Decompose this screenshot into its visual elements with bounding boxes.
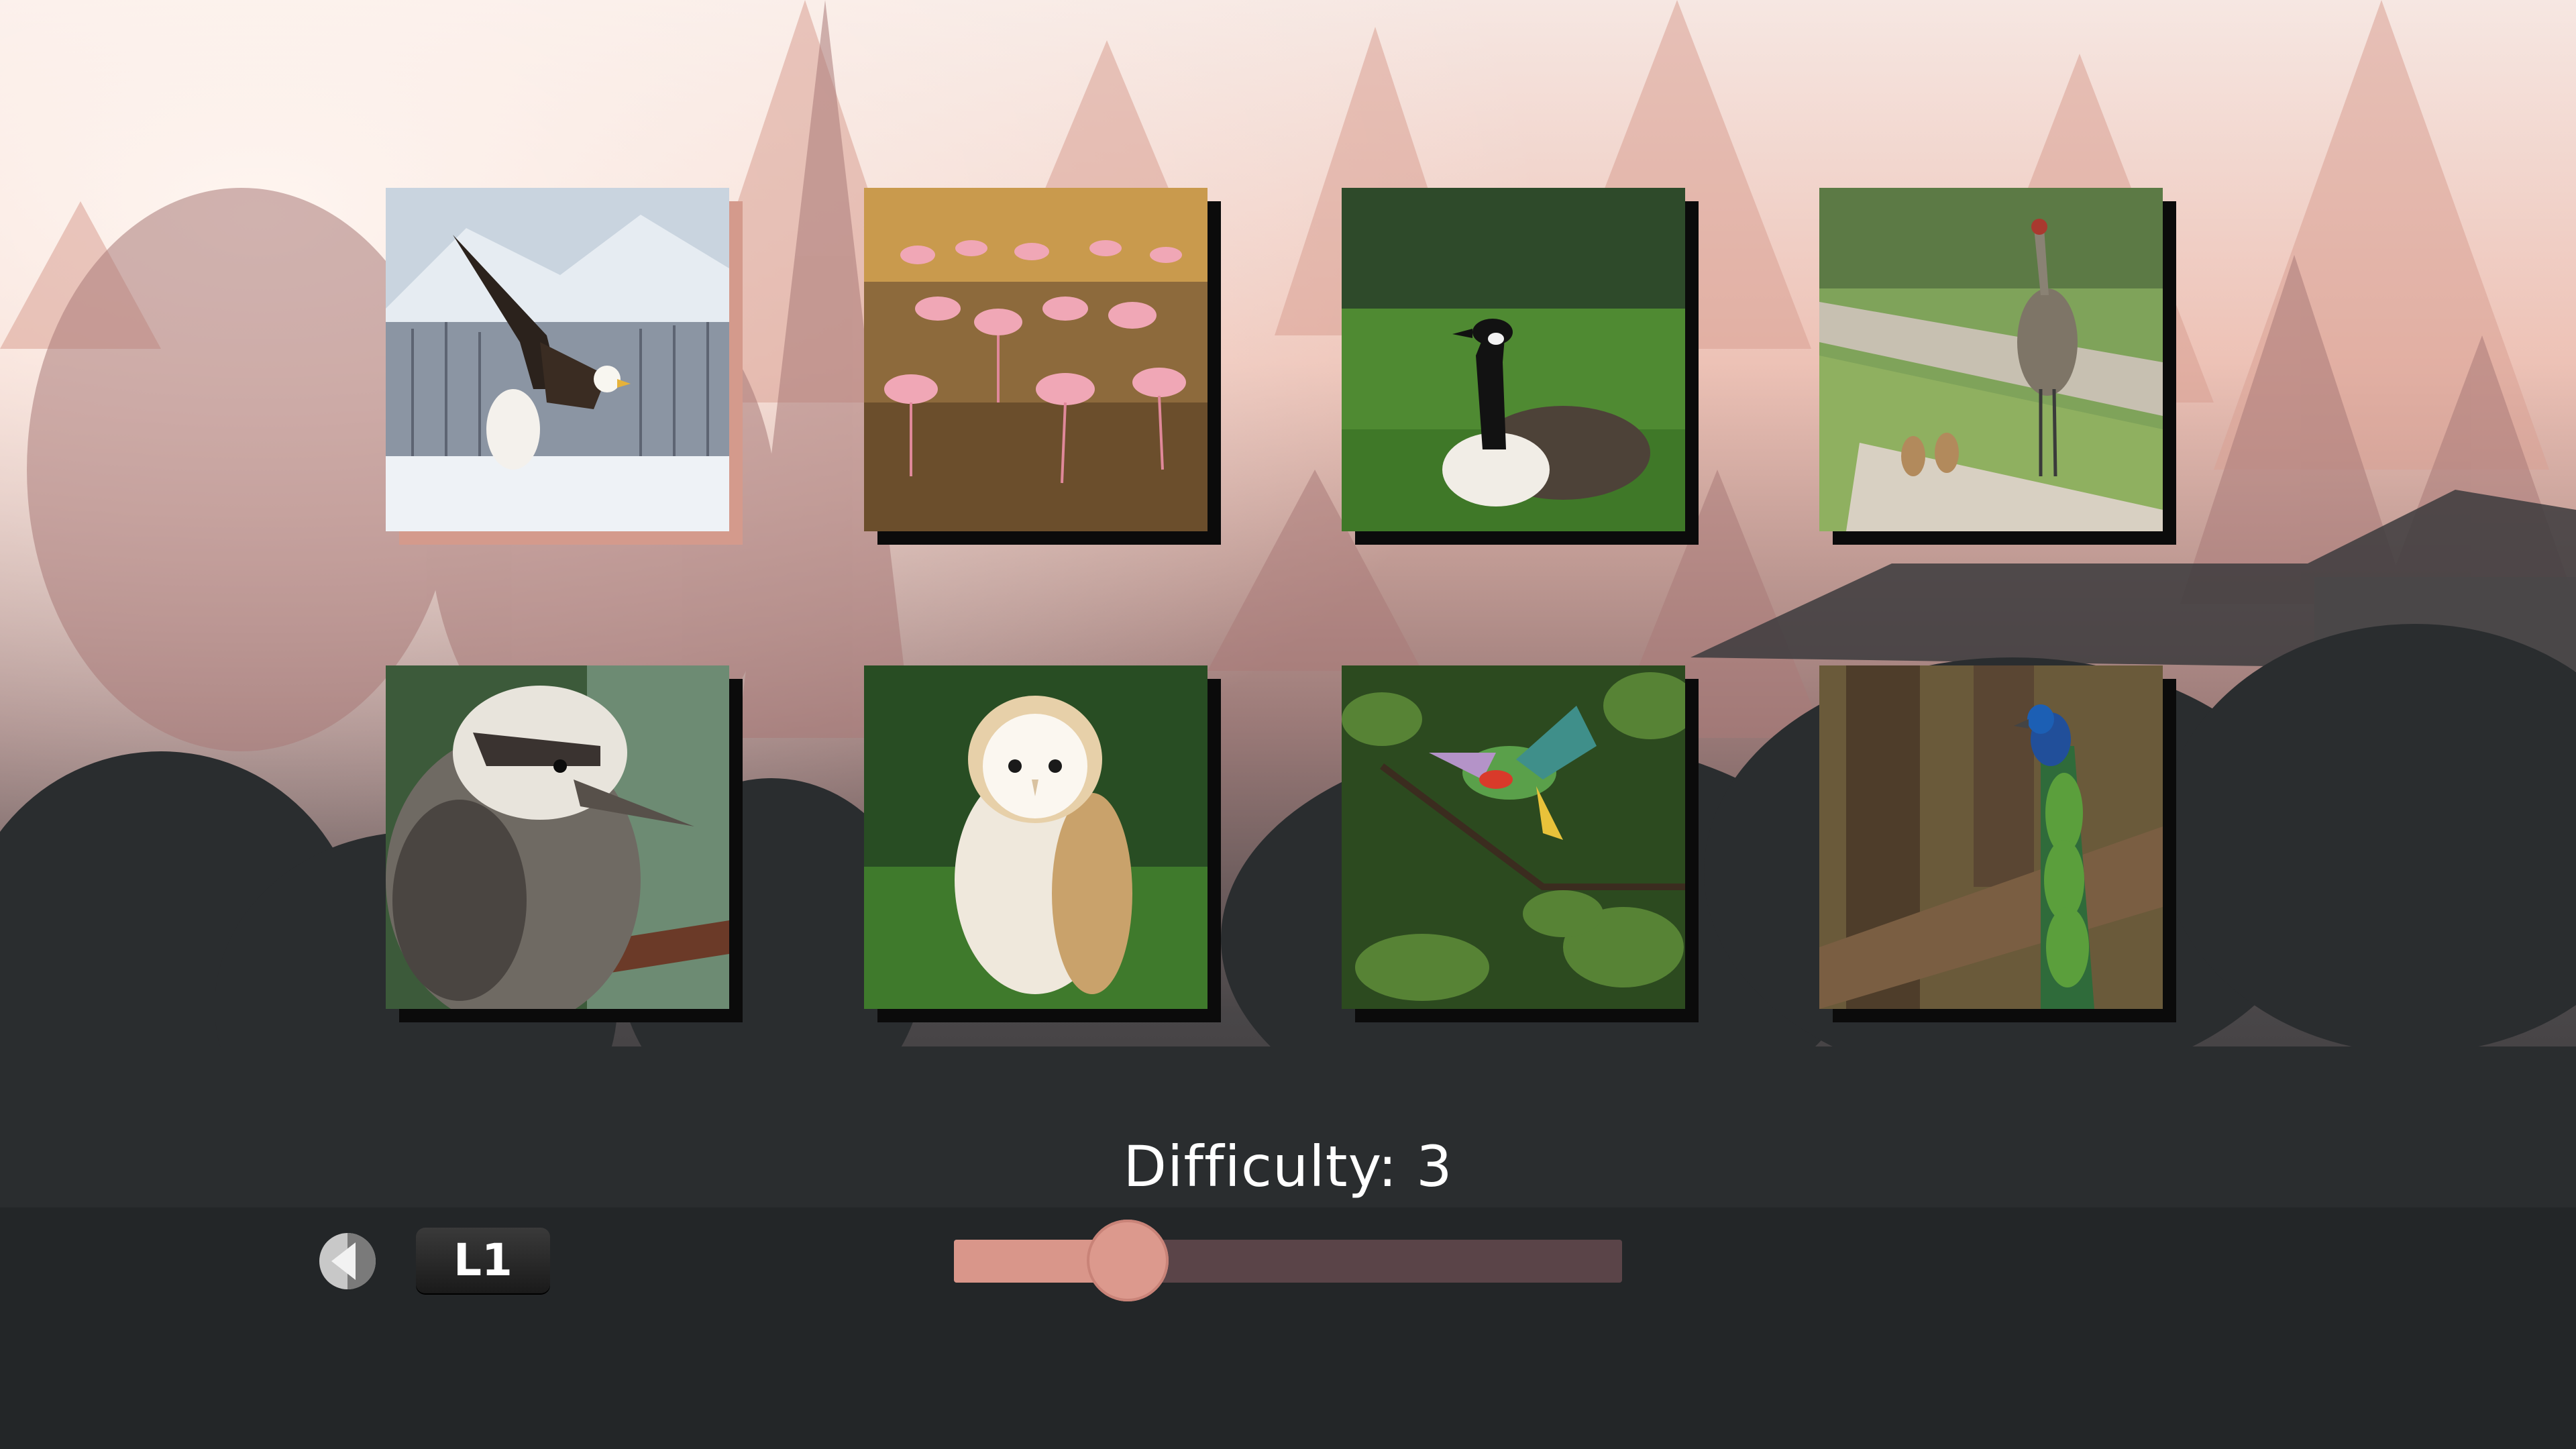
difficulty-slider-thumb[interactable] (1086, 1220, 1169, 1301)
peacock-photo (1819, 665, 2163, 1009)
difficulty-slider[interactable] (954, 1240, 1622, 1283)
tile-owl[interactable] (864, 665, 1221, 1022)
owl-photo (864, 665, 1208, 1009)
tile-kookaburra[interactable] (386, 665, 743, 1022)
parrot-photo (1342, 665, 1685, 1009)
left-arrow-circle-icon[interactable] (317, 1230, 378, 1292)
difficulty-label: Difficulty: 3 (1123, 1134, 1453, 1199)
tile-flamingo[interactable] (864, 188, 1221, 545)
tile-goose[interactable] (1342, 188, 1699, 545)
eagle-photo (386, 188, 729, 531)
crane-photo (1819, 188, 2163, 531)
flamingo-photo (864, 188, 1208, 531)
l1-button[interactable]: L1 (416, 1228, 550, 1293)
tile-eagle[interactable] (386, 188, 743, 545)
tile-peacock[interactable] (1819, 665, 2176, 1022)
goose-photo (1342, 188, 1685, 531)
tile-crane[interactable] (1819, 188, 2176, 545)
kookaburra-photo (386, 665, 729, 1009)
tile-parrot[interactable] (1342, 665, 1699, 1022)
